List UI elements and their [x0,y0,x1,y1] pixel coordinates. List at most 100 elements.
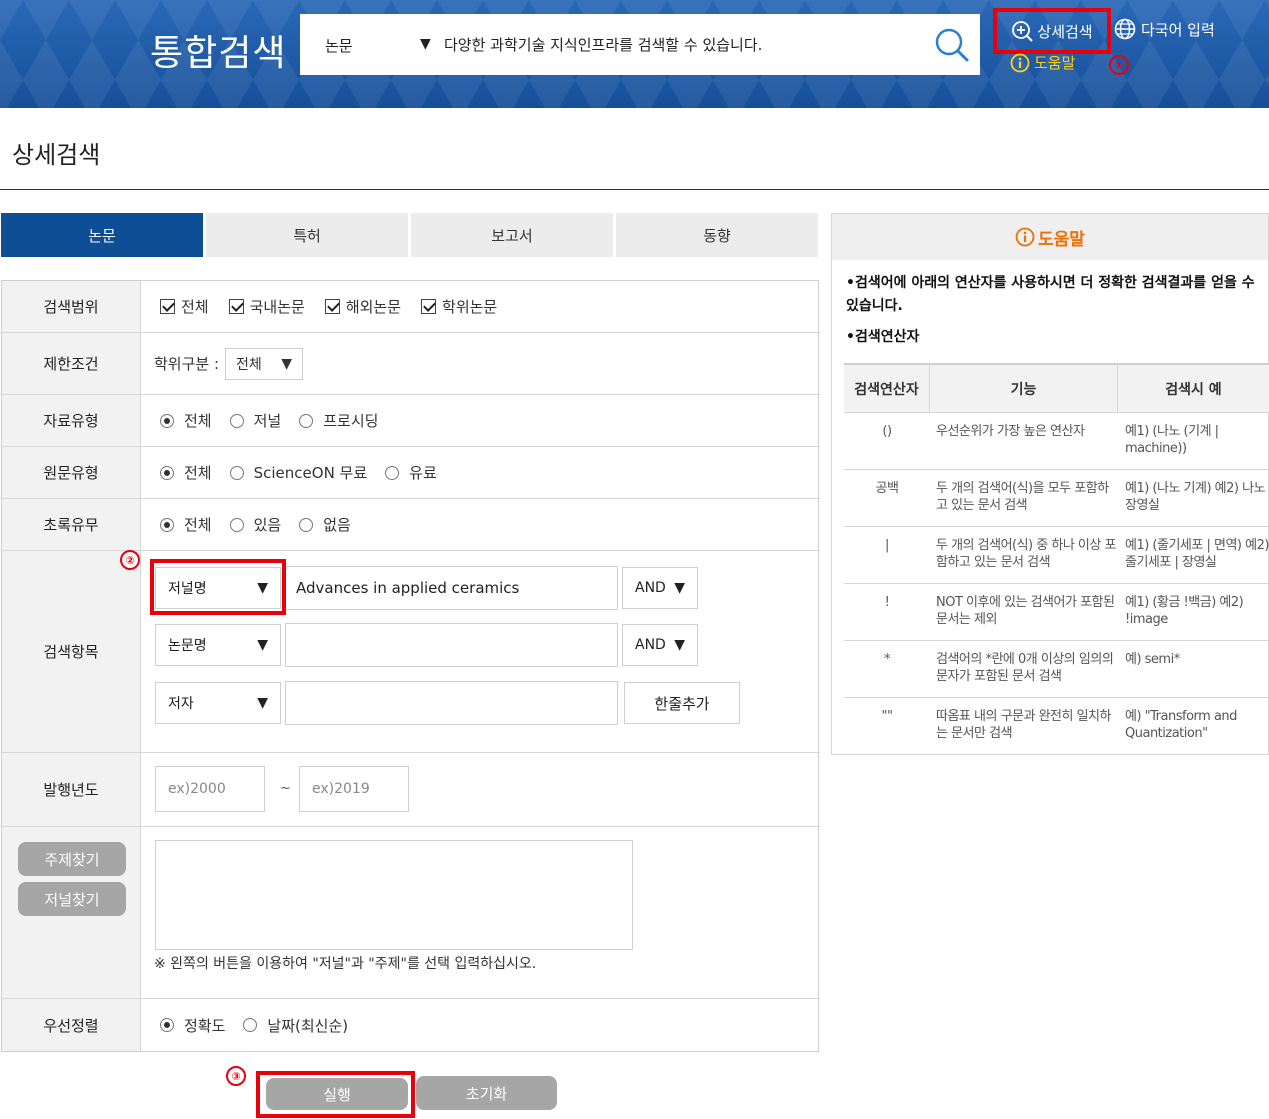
data-type-radio-all[interactable]: 전체 [160,410,212,431]
help-operators-title: •검색연산자 [846,329,920,345]
field-input-journal[interactable]: Advances in applied ceramics [285,566,618,610]
row-data-type: 자료유형 전체 저널 프로시딩 [2,395,820,447]
caret-down-icon: ▼ [281,355,293,372]
field-input-title[interactable] [285,623,618,667]
abstract-radio-all[interactable]: 전체 [160,514,212,535]
scope-checkbox-thesis[interactable]: 학위논문 [421,296,497,317]
radio-selected-icon [160,1018,174,1032]
tab-report[interactable]: 보고서 [411,213,613,257]
abstract-radio-no[interactable]: 없음 [299,514,351,535]
operator-cell: 공백 [875,481,899,496]
operator-cell: * [884,652,891,667]
info-icon [1010,53,1030,72]
scope-checkbox-all[interactable]: 전체 [160,296,209,317]
field-select-author[interactable]: 저자 ▼ [155,682,281,724]
function-cell: 따옴표 내의 구문과 완전히 일치하는 문서만 검색 [936,709,1111,741]
scope-option-label: 국내논문 [249,298,305,316]
fulltext-radio-free[interactable]: ScienceON 무료 [229,462,368,483]
data-type-radio-journal[interactable]: 저널 [229,410,282,431]
search-category-select[interactable]: 논문 [325,35,353,56]
tab-patent[interactable]: 특허 [206,213,408,257]
zoom-plus-icon [1012,21,1034,42]
header-example: 검색시 예 [1165,382,1222,398]
caret-down-icon[interactable]: ▼ [420,36,431,52]
radio-icon [243,1018,258,1032]
operator-value: AND [635,580,666,596]
help-link-label: 도움말 [1034,54,1076,72]
help-panel-header: 도움말 [832,214,1268,260]
info-icon [1015,227,1035,247]
operator-cell: "" [881,709,893,724]
tab-trend[interactable]: 동향 [616,213,818,257]
topic-find-button[interactable]: 주제찾기 [18,842,126,876]
add-line-button[interactable]: 한줄추가 [624,682,740,724]
caret-down-icon: ▼ [674,637,685,653]
table-row: "" 따옴표 내의 구문과 완전히 일치하는 문서만 검색 예) "Transf… [844,698,1269,755]
sort-radio-accuracy[interactable]: 정확도 [160,1015,225,1036]
degree-select[interactable]: 전체 ▼ [225,347,304,380]
operators-table: 검색연산자 기능 검색시 예 () 우선순위가 가장 높은 연산자 예1) (나… [844,363,1269,755]
multilang-input-button[interactable]: 다국어 입력 [1114,18,1215,40]
help-link[interactable]: 도움말 [1010,52,1075,73]
detail-search-label: 상세검색 [1037,22,1093,41]
field-select-title[interactable]: 논문명 ▼ [155,624,281,666]
fulltext-radio-paid[interactable]: 유료 [385,462,437,483]
radio-icon [229,517,244,532]
search-fields-label: 검색항목 [2,551,141,752]
annotation-highlight-field [150,559,286,615]
tab-paper[interactable]: 논문 [1,213,203,257]
globe-icon [1114,18,1136,40]
reset-button[interactable]: 초기화 [416,1076,557,1110]
function-cell: 우선순위가 가장 높은 연산자 [936,424,1085,439]
fulltext-radio-all[interactable]: 전체 [160,462,212,483]
operator-select-2[interactable]: AND ▼ [622,624,698,666]
radio-label: 전체 [184,516,212,534]
search-input[interactable] [444,32,904,58]
operators-table-header: 검색연산자 기능 검색시 예 [844,365,1269,413]
row-sort: 우선정렬 정확도 날짜(최신순) [2,999,820,1051]
function-cell: 두 개의 검색어(식)을 모두 포함하고 있는 문서 검색 [936,481,1109,513]
year-to-input[interactable]: ex)2019 [299,766,409,812]
field-input-author[interactable] [285,681,618,725]
detail-search-button[interactable]: 상세검색 [993,8,1111,54]
journal-find-button[interactable]: 저널찾기 [18,882,126,916]
help-description: •검색어에 아래의 연산자를 사용하시면 더 정확한 검색결과를 얻을 수 있습… [846,275,1255,314]
execute-button[interactable]: 실행 [266,1078,408,1110]
fulltext-type-label: 원문유형 [2,447,141,498]
checkbox-checked-icon [421,299,437,314]
operator-select-1[interactable]: AND ▼ [622,567,698,609]
abstract-label: 초록유무 [2,499,141,550]
year-from-input[interactable]: ex)2000 [155,766,265,812]
table-row: () 우선순위가 가장 높은 연산자 예1) (나노 (기계 | machine… [844,413,1269,470]
radio-label: 저널 [253,412,282,430]
radio-label: 유료 [409,464,437,482]
help-panel-title: 도움말 [1038,229,1085,250]
checkbox-checked-icon [324,299,340,314]
abstract-radio-yes[interactable]: 있음 [229,514,281,535]
scope-option-label: 해외논문 [345,298,402,316]
radio-selected-icon [160,465,174,480]
row-search-fields: 검색항목 저널명 ▼ Advances in applied ceramics … [2,550,820,753]
brand-title[interactable]: 통합검색 [150,24,286,76]
example-cell: 예1) (나노 기계) 예2) 나노 장영실 [1125,481,1266,513]
sort-label: 우선정렬 [2,999,141,1051]
scope-checkbox-domestic[interactable]: 국내논문 [228,296,305,317]
table-row: | 두 개의 검색어(식) 중 하나 이상 포함하고 있는 문서 검색 예1) … [844,527,1269,584]
radio-icon [229,465,244,480]
caret-down-icon: ▼ [674,580,685,596]
radio-label: ScienceON 무료 [253,464,368,482]
search-icon[interactable] [934,27,970,63]
row-restrict: 제한조건 학위구분 : 전체 ▼ [2,333,820,395]
row-abstract: 초록유무 전체 있음 없음 [2,499,820,551]
finder-textarea[interactable] [155,840,633,950]
restrict-label: 제한조건 [2,333,141,394]
data-type-radio-proceeding[interactable]: 프로시딩 [299,410,378,431]
sort-options: 정확도 날짜(최신순) [160,999,366,1051]
table-row: 공백 두 개의 검색어(식)을 모두 포함하고 있는 문서 검색 예1) (나노… [844,470,1269,527]
example-cell: 예1) (황금 !백금) 예2) !image [1125,595,1244,627]
header-banner: 통합검색 논문 ▼ 상세검색 다국어 입력 [0,0,1269,108]
sort-radio-date[interactable]: 날짜(최신순) [243,1015,348,1036]
header-function: 기능 [930,365,1118,413]
multilang-input-label: 다국어 입력 [1141,20,1215,39]
scope-checkbox-overseas[interactable]: 해외논문 [324,296,402,317]
